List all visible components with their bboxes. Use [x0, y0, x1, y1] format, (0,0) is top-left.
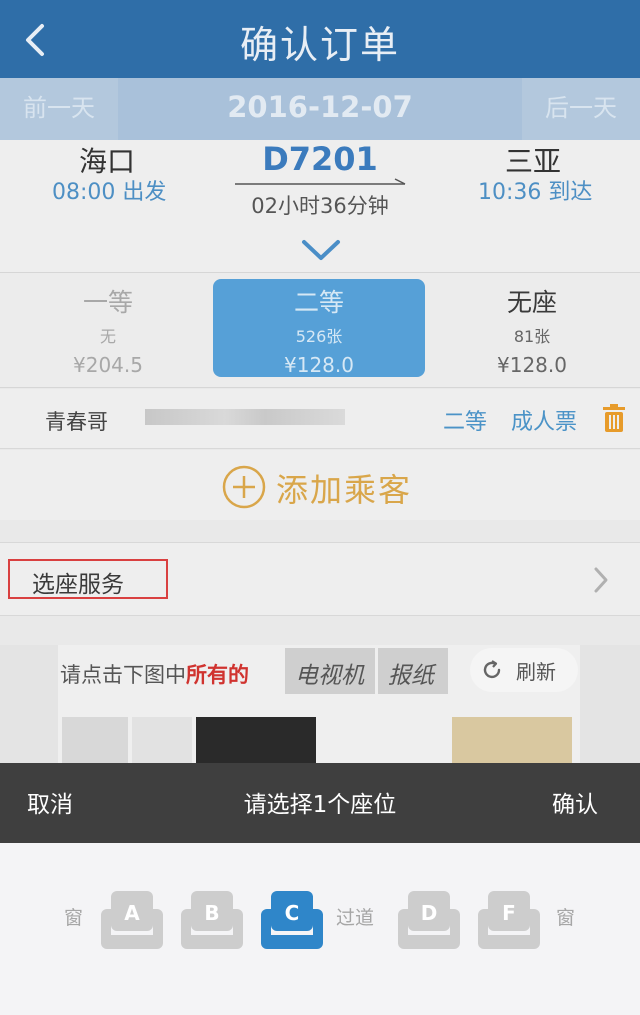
- seat-picker-prompt: 请选择1个座位: [243, 792, 397, 818]
- captcha-prompt: 请点击下图中所有的: [60, 659, 249, 689]
- seat-letter: B: [204, 901, 220, 925]
- next-day-button[interactable]: 后一天: [522, 78, 640, 140]
- class-price: ¥128.0: [284, 353, 354, 377]
- plus-circle-icon: [222, 465, 266, 509]
- window-label-left: 窗: [64, 907, 84, 929]
- passenger-name: 青春哥: [45, 410, 108, 434]
- captcha-word-2: 报纸: [378, 648, 448, 694]
- seat-c[interactable]: C: [261, 891, 323, 951]
- refresh-button[interactable]: 刷新: [470, 648, 578, 692]
- class-availability: 81张: [513, 327, 551, 346]
- train-info: 海口 08:00 出发 D7201 02小时36分钟 三亚 10:36 到达: [0, 140, 640, 272]
- passenger-ticket-type[interactable]: 成人票: [511, 404, 577, 436]
- page-title: 确认订单: [239, 23, 400, 67]
- window-label-right: 窗: [556, 907, 576, 929]
- class-name: 一等: [82, 288, 133, 317]
- seat-letter: D: [420, 901, 438, 925]
- captcha-prompt-highlight: 所有的: [186, 663, 249, 687]
- add-passenger-label: 添加乘客: [276, 471, 413, 509]
- seat-d[interactable]: D: [398, 891, 460, 951]
- captcha-image[interactable]: [62, 717, 128, 765]
- aisle-label: 过道: [336, 907, 375, 929]
- passenger-seat-class[interactable]: 二等: [443, 404, 487, 436]
- chevron-right-icon: [594, 567, 608, 593]
- arrive-time: 10:36 到达: [478, 180, 593, 205]
- seat-picker-bar: 取消 请选择1个座位 确认: [0, 763, 640, 843]
- captcha-word-1: 电视机: [285, 648, 375, 694]
- trash-icon[interactable]: [601, 403, 627, 433]
- seat-a[interactable]: A: [101, 891, 163, 951]
- seat-b[interactable]: B: [181, 891, 243, 951]
- class-option-first[interactable]: 一等 无 ¥204.5: [2, 279, 214, 377]
- class-name: 二等: [293, 288, 344, 317]
- seat-service-label: 选座服务: [32, 572, 124, 598]
- class-availability: 526张: [295, 327, 343, 346]
- class-price: ¥128.0: [497, 353, 567, 377]
- captcha-image[interactable]: [132, 717, 192, 765]
- confirm-button[interactable]: 确认: [552, 785, 598, 819]
- class-name: 无座: [506, 288, 557, 317]
- seat-letter: C: [284, 901, 300, 925]
- app-header: 确认订单: [0, 0, 640, 78]
- seat-f[interactable]: F: [478, 891, 540, 951]
- class-price: ¥204.5: [73, 353, 143, 377]
- captcha-image[interactable]: [196, 717, 316, 765]
- class-option-second[interactable]: 二等 526张 ¥128.0: [213, 279, 425, 377]
- passenger-row: 青春哥 二等 成人票: [0, 389, 640, 449]
- refresh-label: 刷新: [516, 660, 556, 684]
- seat-letter: F: [502, 901, 516, 925]
- captcha-image[interactable]: [452, 717, 572, 765]
- class-option-no-seat[interactable]: 无座 81张 ¥128.0: [426, 279, 638, 377]
- seat-letter: A: [124, 901, 140, 925]
- seat-service-row[interactable]: 选座服务: [0, 542, 640, 616]
- seat-picker: 窗 A B C 过道 D F 窗: [0, 843, 640, 1015]
- refresh-icon: [483, 660, 501, 679]
- class-availability: 无: [99, 327, 116, 346]
- seat-class-selector: 一等 无 ¥204.5 二等 526张 ¥128.0 无座 81张 ¥128.0: [0, 272, 640, 388]
- arrow-icon: [235, 178, 406, 185]
- add-passenger-button[interactable]: 添加乘客: [0, 450, 640, 520]
- passenger-id-blurred: [145, 409, 345, 425]
- date-bar: 前一天 2016-12-07 后一天: [0, 78, 640, 140]
- captcha-prompt-prefix: 请点击下图中: [60, 663, 186, 687]
- chevron-down-icon[interactable]: [300, 236, 342, 264]
